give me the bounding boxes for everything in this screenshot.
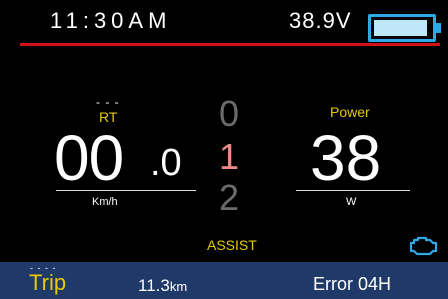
trip-distance-unit: km — [169, 279, 188, 294]
battery-voltage: 38.9V — [289, 8, 352, 33]
battery-level-fill — [374, 20, 428, 36]
assist-level-2: 2 — [219, 177, 240, 218]
speed-value: 00 — [54, 122, 124, 194]
speed-decimal: .0 — [150, 142, 182, 184]
engine-warning-icon — [409, 236, 438, 256]
battery-terminal — [436, 23, 441, 33]
assist-label: ASSIST — [207, 237, 257, 253]
speed-unit: Km/h — [92, 196, 118, 208]
trip-distance: 11.3km — [138, 277, 187, 294]
status-divider — [20, 43, 440, 46]
power-value: 38 — [310, 122, 382, 194]
trip-distance-value: 11.3 — [138, 276, 170, 295]
power-unit: W — [346, 196, 357, 208]
error-code: Error 04H — [313, 274, 392, 294]
assist-level-1: 1 — [219, 136, 240, 177]
power-underline — [296, 190, 410, 191]
clock: 11:30AM — [50, 8, 172, 33]
power-label: Power — [330, 104, 370, 120]
speed-underline — [56, 190, 196, 191]
trip-label: Trip — [29, 270, 67, 295]
assist-level-0: 0 — [219, 93, 240, 134]
ebike-display: 11:30AM 38.9V - - - RT 00 .0 Km/h 0 1 2 … — [0, 0, 448, 299]
speed-mode-indicator: - - - — [96, 96, 120, 108]
speed-mode-dashes: - - - — [96, 95, 120, 109]
battery-icon — [368, 14, 436, 42]
